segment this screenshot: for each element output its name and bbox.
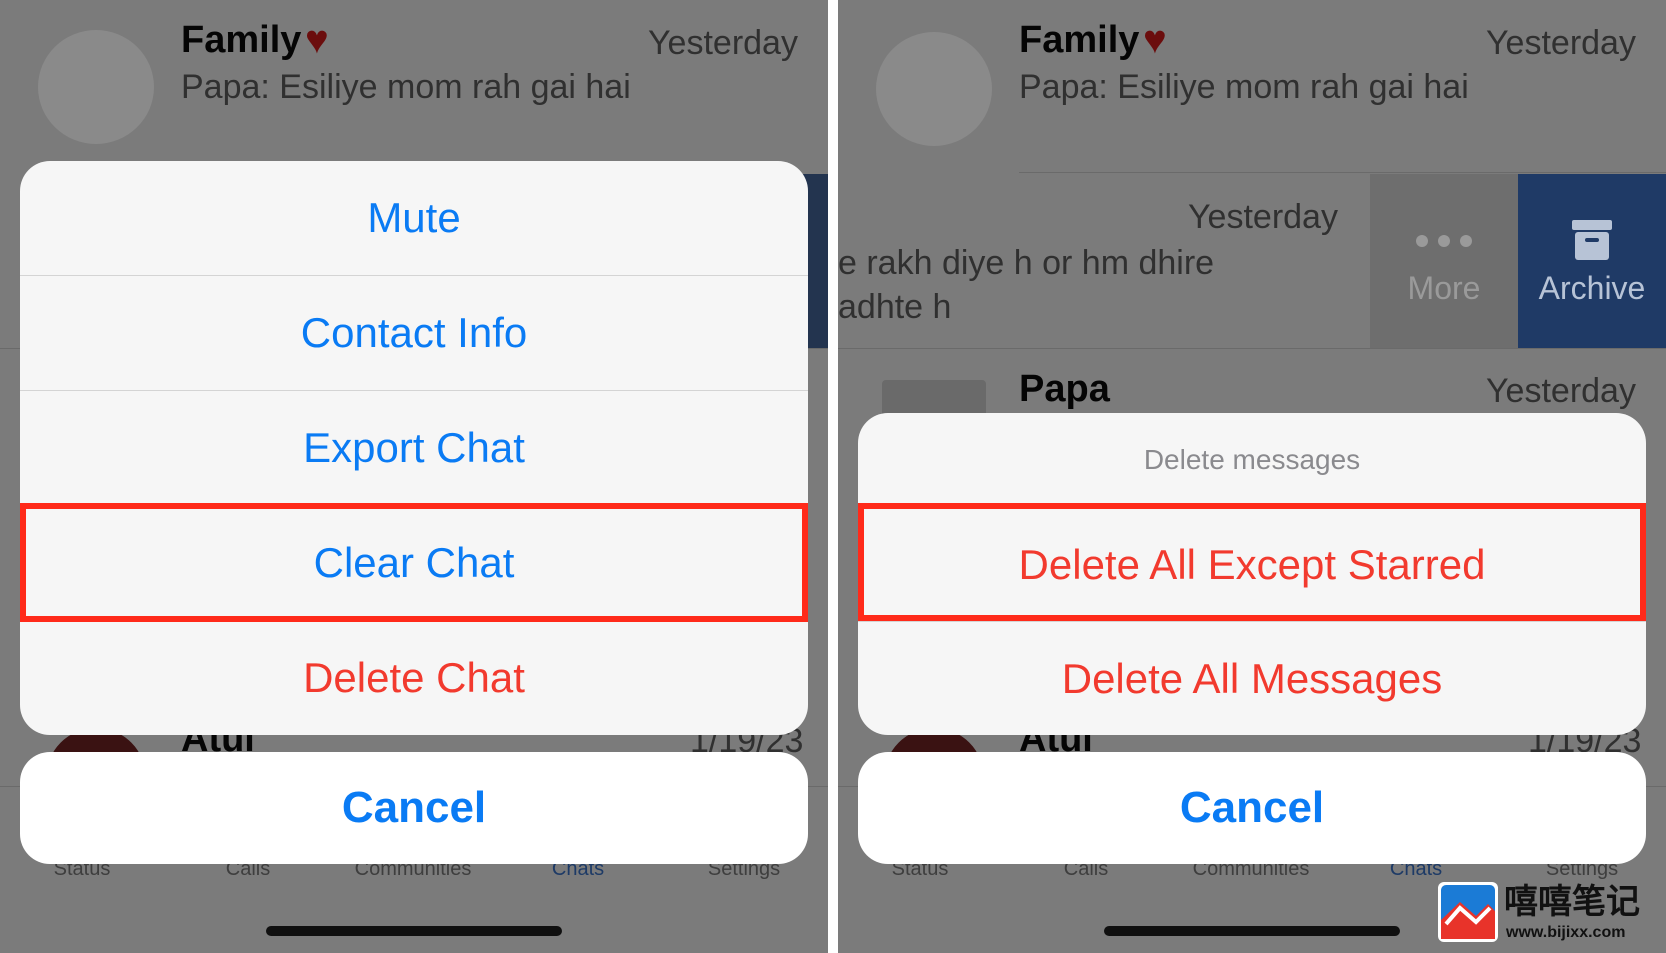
chat-preview-family[interactable]: Papa: Esiliye mom rah gai hai <box>1019 68 1469 107</box>
clear-chat-button[interactable]: Clear Chat <box>20 506 808 620</box>
delete-chat-button[interactable]: Delete Chat <box>20 621 808 735</box>
chat-time-family: Yesterday <box>1486 24 1636 62</box>
watermark-url: www.bijixx.com <box>1506 924 1626 941</box>
more-action-button[interactable]: More <box>1370 174 1518 348</box>
contact-info-button[interactable]: Contact Info <box>20 276 808 390</box>
left-screenshot: Family ♥ Yesterday Papa: Esiliye mom rah… <box>0 0 828 953</box>
chat-name-papa: Papa <box>1019 368 1110 410</box>
watermark: 嘻嘻笔记 www.bijixx.com <box>1438 882 1660 944</box>
chat-time-swiped: Yesterday <box>1188 198 1338 236</box>
home-indicator <box>1104 926 1400 936</box>
cancel-button[interactable]: Cancel <box>858 752 1646 864</box>
panel-divider <box>828 0 838 953</box>
watermark-logo-icon <box>1438 882 1498 942</box>
archive-label: Archive <box>1538 270 1646 306</box>
sheet-title: Delete messages <box>1143 444 1361 475</box>
right-screenshot: Family ♥ Yesterday Papa: Esiliye mom rah… <box>838 0 1666 953</box>
more-label: More <box>1407 270 1481 306</box>
heart-emoji-icon: ♥ <box>1143 18 1167 62</box>
row-divider <box>1019 172 1666 173</box>
chat-time-papa: Yesterday <box>1486 372 1636 410</box>
delete-all-messages-button[interactable]: Delete All Messages <box>858 622 1646 735</box>
archive-box-icon <box>1572 220 1612 260</box>
home-indicator <box>266 926 562 936</box>
cancel-button[interactable]: Cancel <box>20 752 808 864</box>
delete-all-except-starred-button[interactable]: Delete All Except Starred <box>858 508 1646 621</box>
chat-name-family: Family <box>181 19 302 61</box>
export-chat-button[interactable]: Export Chat <box>20 391 808 505</box>
chat-preview-family[interactable]: Papa: Esiliye mom rah gai hai <box>181 68 631 107</box>
chat-options-sheet: Mute Contact Info Export Chat Clear Chat… <box>20 161 808 735</box>
more-dots-icon <box>1416 235 1472 247</box>
chat-preview-swiped-line2[interactable]: adhte h <box>838 288 951 327</box>
chat-name-family: Family <box>1019 19 1140 61</box>
chat-avatar-family <box>38 30 154 144</box>
watermark-brand: 嘻嘻笔记 <box>1504 882 1640 922</box>
row-divider <box>838 348 1666 349</box>
delete-messages-sheet: Delete messages Delete All Except Starre… <box>858 413 1646 735</box>
mute-button[interactable]: Mute <box>20 161 808 275</box>
archive-action-button[interactable]: Archive <box>1518 174 1666 348</box>
heart-emoji-icon: ♥ <box>305 18 329 62</box>
chat-avatar-family <box>876 32 992 146</box>
chat-preview-swiped-line1[interactable]: e rakh diye h or hm dhire <box>838 244 1214 283</box>
chat-time-family: Yesterday <box>648 24 798 62</box>
